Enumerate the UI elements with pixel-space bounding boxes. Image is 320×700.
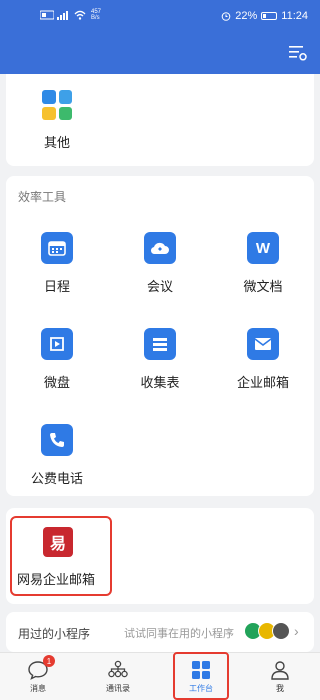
manage-apps-icon[interactable] bbox=[286, 42, 308, 62]
more-apps-card: 其他 bbox=[6, 74, 314, 166]
battery-percent: 22% bbox=[235, 10, 258, 22]
network-speed-unit: B/s bbox=[91, 15, 100, 21]
battery-icon bbox=[261, 12, 278, 20]
app-label-more: 其他 bbox=[43, 135, 70, 150]
app-drive[interactable]: 微盘 bbox=[6, 312, 108, 402]
cloud-meeting-icon bbox=[144, 232, 176, 264]
app-mail[interactable]: 企业邮箱 bbox=[212, 312, 314, 402]
app-label-phone: 公费电话 bbox=[30, 471, 83, 486]
app-label-drive: 微盘 bbox=[43, 375, 70, 390]
contacts-icon bbox=[107, 659, 129, 681]
workbench-highlight bbox=[173, 652, 229, 700]
tab-label-contacts: 通讯录 bbox=[106, 684, 130, 693]
network-speed: 457 B/s bbox=[91, 9, 105, 21]
mini-program-icon-dark bbox=[272, 622, 290, 640]
mail-icon bbox=[247, 328, 279, 360]
drive-icon bbox=[41, 328, 73, 360]
chevron-right-icon: › bbox=[294, 623, 299, 639]
status-left: 457 B/s bbox=[40, 9, 105, 21]
header-bar: 457 B/s 22% 11:24 bbox=[0, 0, 320, 74]
app-label-netease-mail: 网易企业邮箱 bbox=[17, 572, 96, 587]
message-icon: 1 bbox=[27, 655, 55, 681]
tab-profile[interactable]: 我 bbox=[248, 653, 312, 700]
app-schedule[interactable]: 日程 bbox=[6, 216, 108, 306]
mini-program-badges bbox=[244, 622, 290, 640]
app-form[interactable]: 收集表 bbox=[109, 312, 211, 402]
mini-programs-hint: 试试同事在用的小程序 bbox=[124, 628, 234, 640]
netease-mail-glyph: 易 bbox=[49, 534, 66, 553]
sim-icon bbox=[40, 10, 54, 20]
app-label-form: 收集表 bbox=[140, 375, 180, 390]
app-label-schedule: 日程 bbox=[43, 279, 70, 294]
app-doc[interactable]: W 微文档 bbox=[212, 216, 314, 306]
unread-badge: 1 bbox=[43, 655, 55, 667]
tab-label-messages: 消息 bbox=[30, 684, 46, 693]
calendar-icon bbox=[41, 232, 73, 264]
tab-contacts[interactable]: 通讯录 bbox=[86, 653, 150, 700]
signal-icon bbox=[57, 11, 68, 20]
status-right: 22% 11:24 bbox=[221, 10, 308, 22]
grid-apps-icon bbox=[42, 90, 72, 120]
app-label-mail: 企业邮箱 bbox=[236, 375, 289, 390]
efficiency-tools-card: 效率工具 日程 会议 W 微文档 微盘 收集表 企业邮箱 公费电话 bbox=[6, 176, 314, 496]
netease-mail-icon: 易 bbox=[43, 527, 73, 557]
tab-label-profile: 我 bbox=[276, 684, 284, 693]
profile-icon bbox=[269, 659, 291, 681]
app-more[interactable]: 其他 bbox=[6, 74, 108, 164]
bottom-tab-bar: 1 消息 通讯录 工作台 我 bbox=[0, 652, 320, 700]
alarm-icon bbox=[221, 12, 231, 21]
wifi-icon bbox=[74, 10, 86, 20]
app-label-meeting: 会议 bbox=[146, 279, 173, 294]
clock-time: 11:24 bbox=[281, 10, 308, 22]
mini-programs-row[interactable]: 用过的小程序 试试同事在用的小程序 › bbox=[6, 612, 314, 652]
mini-programs-label: 用过的小程序 bbox=[18, 627, 91, 641]
phone-icon bbox=[41, 424, 73, 456]
section-title-tools: 效率工具 bbox=[18, 190, 67, 204]
form-icon bbox=[144, 328, 176, 360]
app-phone[interactable]: 公费电话 bbox=[6, 408, 108, 498]
word-doc-icon: W bbox=[247, 232, 279, 264]
status-bar: 457 B/s 22% 11:24 bbox=[0, 0, 320, 30]
app-meeting[interactable]: 会议 bbox=[109, 216, 211, 306]
word-doc-glyph: W bbox=[255, 239, 271, 257]
tab-messages[interactable]: 1 消息 bbox=[6, 653, 70, 700]
app-label-doc: 微文档 bbox=[243, 279, 283, 294]
